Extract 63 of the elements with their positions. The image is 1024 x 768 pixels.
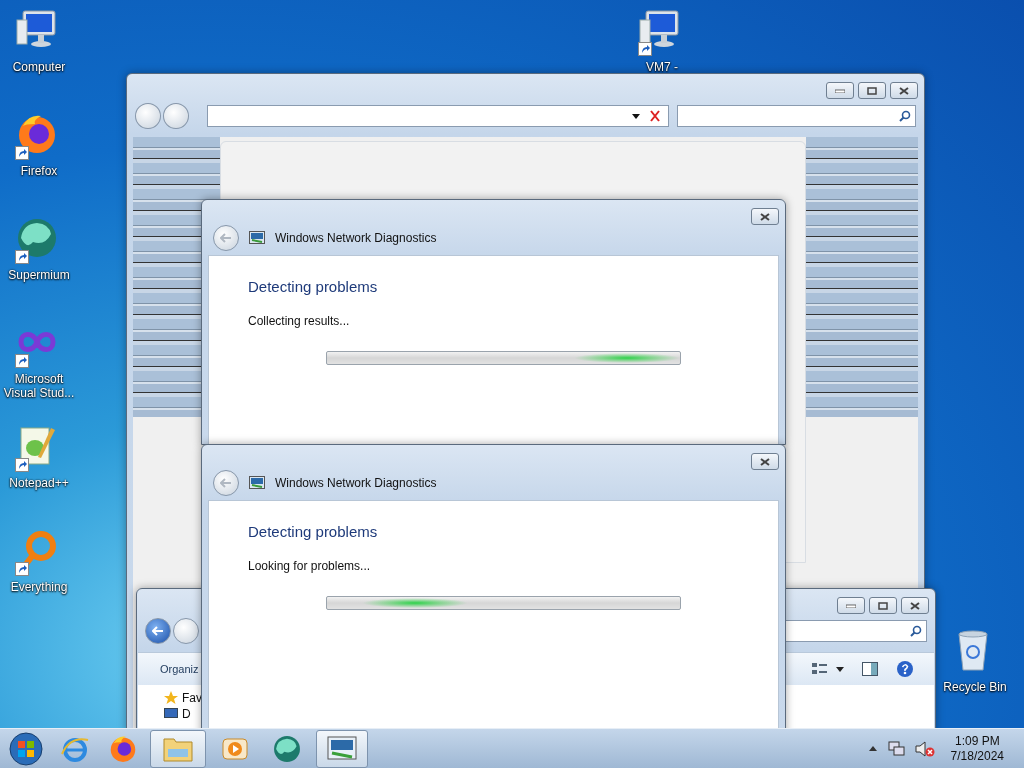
close-button[interactable] [751, 453, 779, 470]
maximize-icon [867, 86, 877, 95]
back-button[interactable] [145, 618, 171, 644]
back-arrow-icon [152, 626, 164, 636]
dialog-heading: Detecting problems [248, 523, 379, 540]
back-arrow-icon [220, 233, 232, 243]
organize-menu[interactable]: Organiz [160, 663, 199, 675]
view-options-icon[interactable] [812, 662, 844, 676]
network-diagnostics-icon [249, 476, 265, 490]
desktop-icon-label[interactable]: Firefox [1, 164, 77, 178]
close-button[interactable] [901, 597, 929, 614]
close-icon [910, 601, 920, 610]
desktop-icon-label[interactable]: Microsoft Visual Stud... [1, 372, 77, 400]
status-text: Collecting results... [248, 314, 351, 328]
monitor-icon [164, 708, 178, 720]
clock-time[interactable]: 1:09 PM [954, 733, 1000, 749]
close-button[interactable] [890, 82, 918, 99]
dropdown-caret-icon [631, 113, 640, 119]
preview-pane-icon[interactable] [862, 662, 878, 676]
back-button[interactable] [213, 470, 239, 496]
search-icon [899, 110, 911, 122]
window-title: Windows Network Diagnostics [275, 231, 437, 245]
search-field[interactable] [676, 105, 916, 127]
close-icon [760, 212, 770, 221]
minimize-button[interactable] [837, 597, 865, 614]
desktop-icon-label[interactable]: VM7 - [624, 60, 700, 74]
network-diagnostics-icon [249, 231, 265, 245]
windows-logo-icon [9, 731, 43, 766]
network-icon[interactable] [886, 740, 905, 757]
globe-icon [272, 733, 302, 764]
window-title: Windows Network Diagnostics [275, 476, 437, 490]
volume-muted-icon[interactable] [914, 740, 935, 757]
maximize-button[interactable] [858, 82, 886, 99]
clock-date[interactable]: 7/18/2024 [950, 748, 1004, 764]
close-button[interactable] [751, 208, 779, 225]
status-text: Looking for problems... [248, 559, 372, 573]
search-icon [910, 625, 922, 637]
forward-button[interactable] [173, 618, 199, 644]
forward-button[interactable] [162, 103, 189, 129]
address-field[interactable] [206, 105, 669, 127]
taskbar-button[interactable] [150, 729, 206, 768]
back-arrow-icon [220, 478, 232, 488]
dialog-heading: Detecting problems [248, 278, 379, 295]
taskbar-button[interactable] [316, 729, 368, 768]
maximize-button[interactable] [869, 597, 897, 614]
back-button[interactable] [135, 103, 161, 129]
star-icon [164, 691, 178, 705]
minimize-button[interactable] [826, 82, 854, 99]
globe-icon [15, 216, 59, 260]
minimize-icon [846, 603, 856, 608]
help-icon[interactable] [896, 660, 914, 678]
back-button[interactable] [213, 225, 239, 251]
desktop-icon-label[interactable]: Computer [1, 60, 77, 74]
nav-item[interactable]: Fav [182, 691, 202, 705]
maximize-icon [878, 601, 888, 610]
close-icon [760, 457, 770, 466]
network-diagnostics-icon [327, 735, 357, 762]
minimize-icon [835, 88, 845, 93]
close-icon [899, 86, 909, 95]
desktop-icon-label[interactable]: Recycle Bin [937, 680, 1013, 694]
show-hidden-icons-icon[interactable] [868, 746, 877, 751]
desktop-icon-label[interactable]: Supermium [1, 268, 77, 282]
nav-item[interactable]: D [182, 707, 191, 721]
